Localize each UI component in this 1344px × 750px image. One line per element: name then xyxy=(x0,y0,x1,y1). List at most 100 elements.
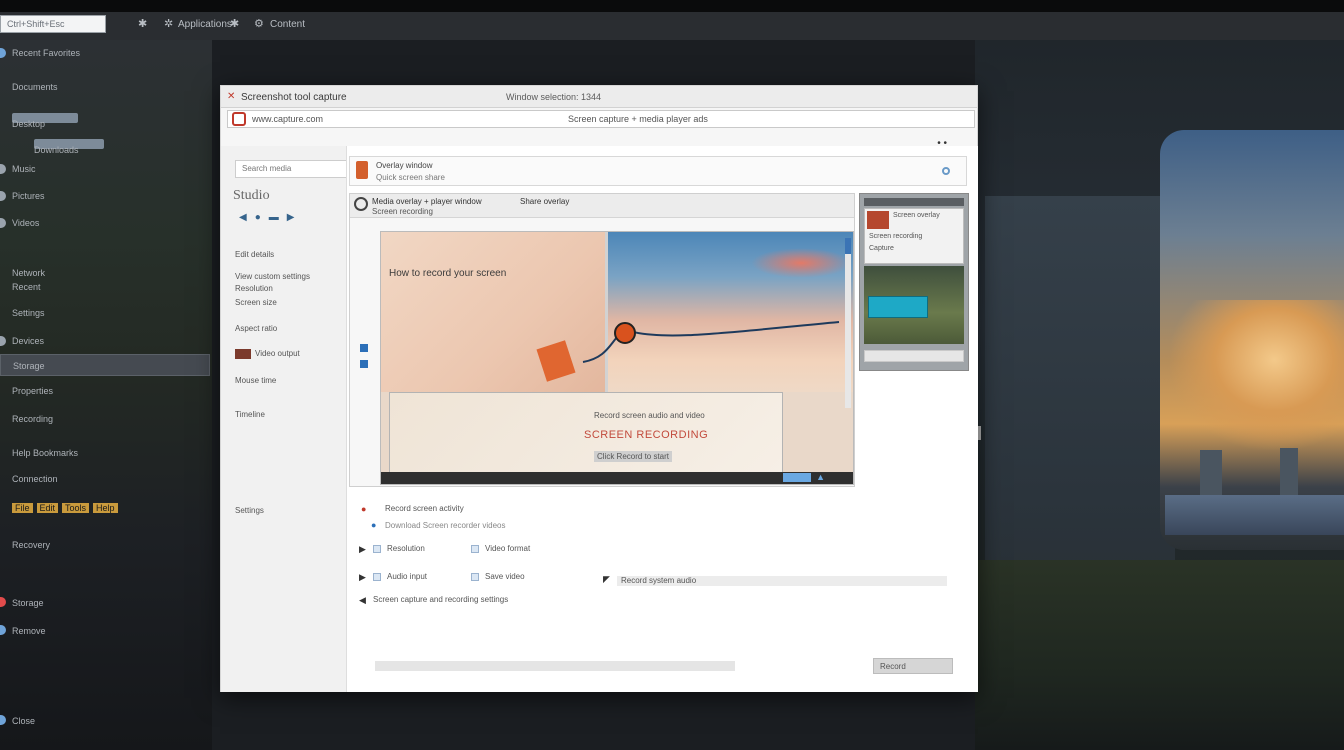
window-title: Screenshot tool capture xyxy=(241,92,347,103)
row-save[interactable]: Save video xyxy=(471,572,525,581)
left-search-input[interactable]: Search media xyxy=(235,160,347,178)
gold-file[interactable]: File xyxy=(12,503,33,513)
window-content: Overlay window Quick screen share Media … xyxy=(346,146,978,692)
sidebar-item-close[interactable]: Close xyxy=(0,710,210,732)
sidebar-item-recovery[interactable]: Recovery xyxy=(0,534,210,556)
thumb-footer xyxy=(864,350,964,362)
left-item-edit[interactable]: Edit details xyxy=(235,250,274,259)
sidebar-item-downloads[interactable]: Downloads xyxy=(0,132,210,155)
row-audio-system[interactable]: Record system audio xyxy=(621,576,696,585)
gold-edit[interactable]: Edit xyxy=(36,503,59,513)
thumb-text: Screen recording xyxy=(869,233,923,240)
panel-cta[interactable]: Click Record to start xyxy=(594,451,673,462)
menu-content[interactable]: Content xyxy=(270,19,305,30)
background-tower xyxy=(1280,448,1298,498)
menu-applications[interactable]: Applications xyxy=(178,19,232,30)
sidebar-item-help[interactable]: Help Bookmarks xyxy=(0,442,210,464)
play-icon[interactable]: ▶ xyxy=(359,572,366,583)
video-info-panel: Record screen audio and video SCREEN REC… xyxy=(389,392,783,476)
site-icon xyxy=(232,112,246,126)
side-tool-icon[interactable] xyxy=(360,344,368,352)
window-left-panel: Search media Studio ◀●▬▶ Edit details Vi… xyxy=(221,146,347,692)
close-icon[interactable]: ✕ xyxy=(227,92,237,102)
left-item-resolution[interactable]: Resolution xyxy=(235,284,273,293)
checkbox[interactable] xyxy=(373,544,381,553)
top-search-input[interactable]: Ctrl+Shift+Esc xyxy=(0,15,106,33)
url-text-secondary: Screen capture + media player ads xyxy=(568,114,708,124)
left-nav-icons[interactable]: ◀●▬▶ xyxy=(239,212,302,223)
video-control-button[interactable] xyxy=(783,473,811,482)
thumb-screen xyxy=(868,296,928,318)
sidebar-item-storage-selected[interactable]: Storage xyxy=(0,354,210,376)
left-brand: Studio xyxy=(233,188,270,203)
sidebar-item-videos[interactable]: Videos xyxy=(0,212,210,234)
sidebar-item-recording[interactable]: Recording xyxy=(0,408,210,430)
gold-help[interactable]: Help xyxy=(93,503,118,513)
thumb-titlebar xyxy=(864,198,964,206)
header-title: Overlay window xyxy=(376,161,433,170)
refresh-icon[interactable] xyxy=(942,167,950,175)
left-item-settings[interactable]: Settings xyxy=(235,506,264,515)
background-cloud xyxy=(1170,300,1344,450)
thumb-image xyxy=(867,211,889,229)
wrench-icon[interactable]: ✱ xyxy=(138,18,150,30)
left-item-custom[interactable]: View custom settings xyxy=(235,272,310,281)
info-icon: ● xyxy=(371,520,377,530)
window-resize-handle[interactable] xyxy=(978,426,981,440)
url-text: www.capture.com xyxy=(252,114,324,124)
content-header: Overlay window Quick screen share xyxy=(349,156,967,186)
video-scrollbar[interactable] xyxy=(845,238,851,408)
video-controls[interactable]: ▲ xyxy=(381,472,853,484)
row-format[interactable]: Video format xyxy=(471,544,530,553)
gold-tools[interactable]: Tools xyxy=(62,503,90,513)
apps-icon[interactable]: ✲ xyxy=(164,18,176,30)
side-thumbnail[interactable]: Screen overlay Screen recording Capture xyxy=(859,193,969,371)
panel-line: Record screen audio and video xyxy=(594,411,705,420)
sidebar-item-recent[interactable]: Recent xyxy=(0,276,210,298)
left-item-screen-size[interactable]: Screen size xyxy=(235,298,277,307)
sidebar-item-properties[interactable]: Properties xyxy=(0,380,210,402)
sidebar-item-devices[interactable]: Devices xyxy=(0,330,210,352)
sidebar-item-desktop[interactable]: Desktop xyxy=(0,106,210,129)
sidebar-item-pictures[interactable]: Pictures xyxy=(0,185,210,207)
row-download[interactable]: Download Screen recorder videos xyxy=(385,521,506,530)
left-item-video-output[interactable]: Video output xyxy=(235,349,300,359)
downloads-chip: Downloads xyxy=(34,138,104,155)
checkbox[interactable] xyxy=(471,572,479,581)
gear-icon[interactable]: ⚙ xyxy=(254,18,266,30)
row-resolution[interactable]: Resolution xyxy=(373,544,425,553)
sidebar-item-documents[interactable]: Documents xyxy=(0,76,210,98)
panel-headline: SCREEN RECORDING xyxy=(584,429,709,441)
left-item-aspect[interactable]: Aspect ratio xyxy=(235,324,277,333)
sidebar-item-music[interactable]: Music xyxy=(0,158,210,180)
chevron-up-icon[interactable]: ▲ xyxy=(816,472,825,482)
scroll-thumb[interactable] xyxy=(845,238,851,254)
left-item-mouse-time[interactable]: Mouse time xyxy=(235,376,276,385)
player-logo-icon xyxy=(354,197,368,211)
background-tower xyxy=(1200,450,1222,498)
left-item-timeline[interactable]: Timeline xyxy=(235,410,265,419)
sidebar-item-favorites[interactable]: Recent Favorites xyxy=(0,42,210,64)
cursor-icon: ◤ xyxy=(603,574,610,584)
record-button[interactable]: Record xyxy=(873,658,953,674)
play-icon[interactable]: ▶ xyxy=(359,544,366,555)
sidebar-item-connection[interactable]: Connection xyxy=(0,468,210,490)
row-audio[interactable]: Audio input xyxy=(373,572,427,581)
sidebar-item-settings[interactable]: Settings xyxy=(0,302,210,324)
player-share[interactable]: Share overlay xyxy=(520,197,569,206)
checkbox[interactable] xyxy=(471,544,479,553)
down-arrow-icon[interactable]: ◀ xyxy=(359,595,366,606)
player-header: Media overlay + player window Screen rec… xyxy=(350,194,854,218)
video-frame[interactable]: How to record your screen Record screen … xyxy=(380,231,854,485)
puzzle-icon[interactable]: ✱ xyxy=(230,18,242,30)
row-record-activity[interactable]: Record screen activity xyxy=(385,504,464,513)
checkbox[interactable] xyxy=(373,572,381,581)
side-tool-icon[interactable] xyxy=(360,360,368,368)
url-bar[interactable]: www.capture.com Screen capture + media p… xyxy=(227,110,975,128)
desktop-chip: Desktop xyxy=(12,112,78,129)
row-capture-settings[interactable]: Screen capture and recording settings xyxy=(373,595,508,604)
header-subtitle: Quick screen share xyxy=(376,173,445,182)
video-glow xyxy=(751,248,851,278)
sidebar-item-remove[interactable]: Remove xyxy=(0,620,210,642)
sidebar-item-storage2[interactable]: Storage xyxy=(0,592,210,614)
